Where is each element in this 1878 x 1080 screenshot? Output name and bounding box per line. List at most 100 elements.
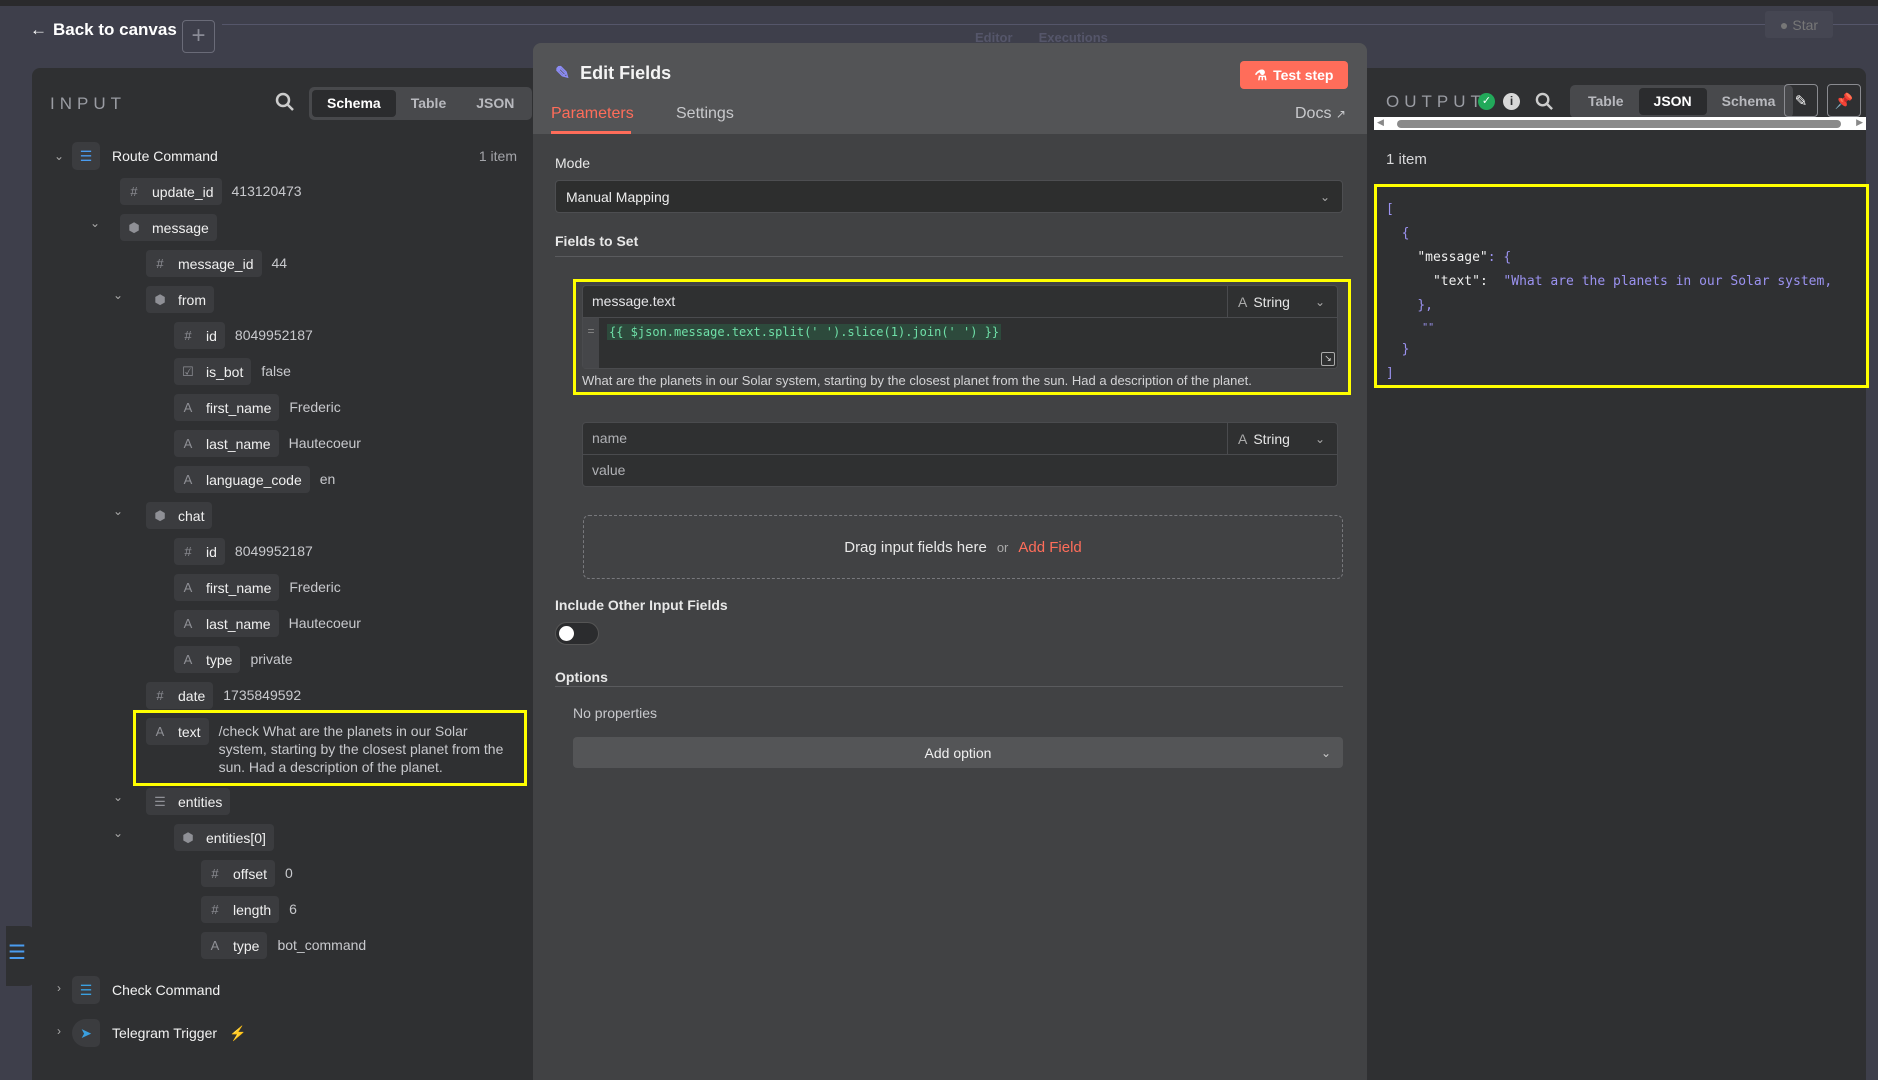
field-value: 6: [289, 901, 297, 917]
test-step-button[interactable]: ⚗ Test step: [1240, 61, 1348, 89]
field-key-pill[interactable]: # date: [146, 682, 214, 709]
add-button[interactable]: +: [182, 20, 215, 53]
include-other-fields-toggle[interactable]: [555, 622, 599, 645]
divider: [583, 317, 1337, 318]
field-name-input[interactable]: name: [592, 423, 627, 454]
input-tab-schema[interactable]: Schema: [312, 90, 396, 117]
field-key-pill[interactable]: Alast_name: [174, 610, 279, 637]
expand-icon[interactable]: ↘: [1321, 352, 1335, 366]
chevron-down-icon[interactable]: ⌄: [88, 216, 102, 230]
schema-field-offset[interactable]: # offset 0: [201, 860, 293, 887]
input-node-telegram-trigger[interactable]: › ➤ Telegram Trigger ⚡: [52, 1019, 246, 1047]
field-key-pill[interactable]: Alast_name: [174, 430, 279, 457]
field-type-select[interactable]: A String ⌄: [1227, 423, 1337, 454]
schema-field-id[interactable]: # id 8049952187: [174, 538, 313, 565]
chevron-down-icon[interactable]: ⌄: [111, 826, 125, 840]
schema-field-chat[interactable]: ⌄ ⬢ chat: [113, 502, 213, 529]
no-properties-text: No properties: [573, 705, 658, 721]
horizontal-scrollbar[interactable]: ◀ ▶: [1374, 117, 1866, 130]
field-key-pill[interactable]: Atype: [201, 932, 268, 959]
drop-zone[interactable]: Drag input fields here or Add Field: [583, 515, 1343, 579]
docs-link[interactable]: Docs ↗: [1295, 105, 1346, 123]
field-key-pill[interactable]: # length: [201, 896, 280, 923]
field-key-pill[interactable]: # message_id: [146, 250, 262, 277]
field-key-pill[interactable]: # offset: [201, 860, 275, 887]
chevron-down-icon[interactable]: ⌄: [111, 790, 125, 804]
github-star-button[interactable]: ● Star: [1765, 11, 1833, 38]
schema-field-last-name[interactable]: Alast_name Hautecoeur: [174, 610, 361, 637]
schema-field-from[interactable]: ⌄ ⬢ from: [113, 286, 214, 313]
field-key-pill[interactable]: ☑ is_bot: [174, 358, 252, 385]
json-bracket: {: [1401, 226, 1410, 241]
chevron-down-icon[interactable]: ⌄: [111, 504, 125, 518]
schema-field-type[interactable]: Atype private: [174, 646, 293, 673]
search-icon[interactable]: [1535, 92, 1554, 111]
input-tab-table[interactable]: Table: [396, 90, 462, 117]
pin-data-button[interactable]: 📌: [1827, 84, 1861, 117]
field-name-input[interactable]: message.text: [592, 286, 675, 317]
scroll-left-icon[interactable]: ◀: [1377, 117, 1384, 128]
side-sticky-node[interactable]: ☰: [6, 926, 34, 986]
field-key-pill[interactable]: ⬢ chat: [146, 502, 213, 529]
schema-field-id[interactable]: # id 8049952187: [174, 322, 313, 349]
output-tab-json[interactable]: JSON: [1638, 88, 1707, 115]
field-key: last_name: [206, 435, 271, 452]
schema-field-message[interactable]: ⌄ ⬢ message: [90, 214, 217, 241]
node-title[interactable]: Edit Fields: [580, 63, 671, 84]
schema-field-language-code[interactable]: Alanguage_code en: [174, 466, 335, 493]
scroll-right-icon[interactable]: ▶: [1856, 117, 1863, 128]
schema-field-entities[interactable]: ⌄ ☰ entities: [113, 788, 231, 815]
window-top-strip: [0, 0, 1878, 6]
mode-select[interactable]: Manual Mapping ⌄: [555, 180, 1343, 213]
add-option-button[interactable]: Add option ⌄: [573, 737, 1343, 768]
root-node-route-command[interactable]: ⌄ ☰ Route Command 1 item: [52, 142, 517, 170]
field-key-pill[interactable]: # id: [174, 322, 225, 349]
tab-parameters[interactable]: Parameters: [551, 105, 634, 134]
schema-field-first-name[interactable]: Afirst_name Frederic: [174, 394, 341, 421]
schema-field-update-id[interactable]: # update_id 413120473: [120, 178, 302, 205]
schema-field-date[interactable]: # date 1735849592: [146, 682, 301, 709]
field-value: 8049952187: [234, 327, 313, 343]
star-label: Star: [1792, 16, 1819, 33]
chevron-right-icon[interactable]: ›: [52, 1024, 66, 1038]
field-key: length: [233, 901, 272, 918]
output-tab-schema[interactable]: Schema: [1707, 88, 1791, 115]
back-to-canvas-button[interactable]: ← Back to canvas: [30, 20, 177, 40]
field-value-input[interactable]: value: [592, 455, 625, 486]
field-key-pill[interactable]: Alanguage_code: [174, 466, 310, 493]
chevron-down-icon[interactable]: ⌄: [111, 288, 125, 302]
schema-field-is-bot[interactable]: ☑ is_bot false: [174, 358, 291, 385]
field-key-pill[interactable]: Afirst_name: [174, 394, 280, 421]
field-key-pill[interactable]: Afirst_name: [174, 574, 280, 601]
search-icon[interactable]: [275, 92, 295, 112]
node-name: Telegram Trigger: [112, 1025, 218, 1041]
info-icon[interactable]: i: [1503, 93, 1520, 110]
node-editor-panel: ✎ Edit Fields ⚗ Test step Parameters Set…: [533, 43, 1367, 1080]
chevron-down-icon[interactable]: ⌄: [52, 149, 66, 163]
chevron-right-icon[interactable]: ›: [52, 981, 66, 995]
output-tab-table[interactable]: Table: [1573, 88, 1639, 115]
input-tab-json[interactable]: JSON: [461, 90, 529, 117]
edit-output-button[interactable]: ✎: [1784, 84, 1818, 117]
field-key-pill[interactable]: # id: [174, 538, 225, 565]
field-type-select[interactable]: A String ⌄: [1227, 286, 1337, 317]
schema-field-message-id[interactable]: # message_id 44: [146, 250, 287, 277]
type-value: String: [1253, 293, 1290, 310]
field-key-pill[interactable]: Atype: [174, 646, 241, 673]
schema-field-length[interactable]: # length 6: [201, 896, 297, 923]
schema-field-entities-0-[interactable]: ⌄ ⬢ entities[0]: [113, 824, 274, 851]
tab-settings[interactable]: Settings: [676, 105, 734, 123]
schema-field-type[interactable]: Atype bot_command: [201, 932, 366, 959]
field-key-pill[interactable]: ⬢ from: [146, 286, 214, 313]
field-key-pill[interactable]: ☰ entities: [146, 788, 231, 815]
schema-field-last-name[interactable]: Alast_name Hautecoeur: [174, 430, 361, 457]
expression-editor[interactable]: {{ $json.message.text.split(' ').slice(1…: [607, 324, 1002, 340]
schema-field-first-name[interactable]: Afirst_name Frederic: [174, 574, 341, 601]
add-field-link[interactable]: Add Field: [1018, 539, 1081, 556]
field-key-pill[interactable]: # update_id: [120, 178, 222, 205]
scrollbar-thumb[interactable]: [1397, 120, 1841, 128]
field-key-pill[interactable]: ⬢ message: [120, 214, 217, 241]
input-node-check-command[interactable]: › ☰ Check Command: [52, 976, 220, 1004]
field-key-pill[interactable]: ⬢ entities[0]: [174, 824, 274, 851]
string-type-icon: A: [210, 938, 220, 953]
